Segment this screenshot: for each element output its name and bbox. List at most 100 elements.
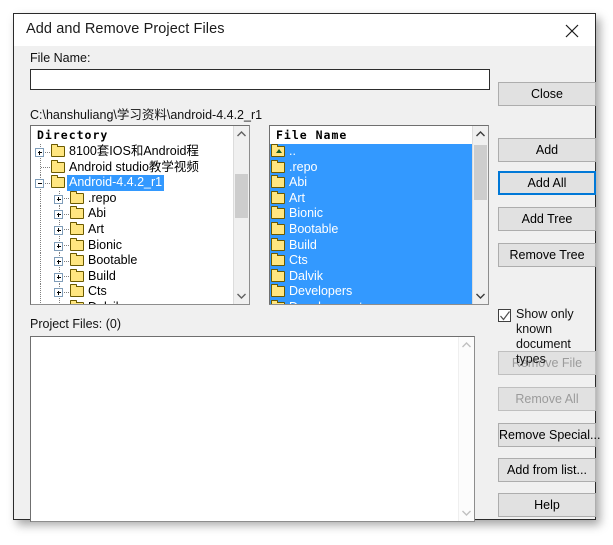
file-name-listbox[interactable]: File Name .. .repo Abi Art Bionic Bootable Bui… (269, 125, 489, 305)
expand-icon[interactable] (54, 194, 63, 204)
file-name-input[interactable] (30, 69, 490, 90)
folder-icon (270, 221, 287, 238)
dialog-title: Add and Remove Project Files (26, 21, 225, 37)
file-list-item[interactable]: Dalvik (270, 268, 472, 285)
file-name-header: File Name (270, 126, 488, 144)
remove-tree-button[interactable]: Remove Tree (498, 243, 596, 267)
expand-icon[interactable] (54, 272, 63, 282)
tree-guide-line (41, 167, 50, 169)
folder-icon (50, 175, 67, 191)
add-all-button[interactable]: Add All (498, 171, 596, 195)
help-button[interactable]: Help (498, 493, 596, 517)
directory-tree-item-label: Abi (88, 206, 107, 221)
show-only-known-document-types-checkbox[interactable]: Show only known document types (498, 307, 603, 367)
file-list-item[interactable]: Art (270, 190, 472, 207)
add-tree-button[interactable]: Add Tree (498, 207, 596, 231)
tree-guide-line (40, 190, 41, 207)
file-name-label: File Name: (30, 51, 91, 65)
file-list-item[interactable]: Development (270, 299, 472, 304)
directory-tree-item-label: Build (88, 268, 116, 283)
file-list-item[interactable]: Bootable (270, 221, 472, 238)
directory-tree-item[interactable]: Dalvik (31, 299, 233, 304)
collapse-icon[interactable] (35, 179, 44, 189)
directory-tree-item[interactable]: Android studio教学视频 (31, 159, 233, 176)
add-from-list-button[interactable]: Add from list... (498, 458, 596, 482)
add-remove-project-files-dialog: Add and Remove Project Files File Name: … (13, 13, 600, 522)
close-button[interactable] (550, 14, 595, 45)
folder-icon (69, 268, 86, 285)
checkbox-box[interactable] (498, 309, 511, 322)
close-button[interactable]: Close (498, 82, 596, 106)
folder-icon (50, 144, 67, 160)
remove-all-button: Remove All (498, 387, 596, 411)
directory-listbox[interactable]: Directory 8100套IOS和Android程 Android studi… (30, 125, 250, 305)
file-list-item[interactable]: Build (270, 237, 472, 254)
project-files-scrollbar[interactable] (458, 337, 474, 521)
tree-guide-line (40, 299, 41, 304)
file-list-item[interactable]: Cts (270, 253, 472, 269)
directory-rows[interactable]: 8100套IOS和Android程 Android studio教学视频 Andro… (31, 144, 233, 304)
project-files-rows[interactable] (31, 337, 458, 521)
scrollbar-thumb[interactable] (474, 144, 487, 201)
directory-scrollbar[interactable] (233, 126, 249, 304)
file-list-item-label: Development (287, 300, 363, 304)
add-button[interactable]: Add (498, 138, 596, 162)
scroll-down-arrow[interactable] (234, 288, 249, 304)
directory-tree-item-label: Bootable (88, 253, 138, 268)
directory-tree-item[interactable]: 8100套IOS和Android程 (31, 144, 233, 160)
project-files-listbox[interactable] (30, 336, 475, 522)
file-name-rows[interactable]: .. .repo Abi Art Bionic Bootable Build Cts Dalvi… (270, 144, 472, 304)
directory-tree-item-label: Android-4.4.2_r1 (67, 175, 165, 191)
remove-special-button[interactable]: Remove Special... (498, 423, 600, 447)
file-list-item-label: Dalvik (289, 268, 324, 283)
directory-tree-item[interactable]: Art (31, 221, 233, 238)
current-path-label: C:\hanshuliang\学习资料\android-4.4.2_r1 (30, 108, 263, 122)
expand-icon[interactable] (35, 148, 44, 157)
scrollbar-thumb[interactable] (235, 174, 248, 218)
file-list-item-label: .repo (289, 159, 318, 174)
folder-icon (69, 221, 86, 238)
expand-icon[interactable] (54, 210, 63, 220)
directory-tree-item[interactable]: Abi (31, 206, 233, 222)
directory-tree-item[interactable]: Bionic (31, 237, 233, 254)
file-list-item-label: Art (289, 190, 305, 205)
directory-tree-item-label: Art (88, 221, 104, 236)
scroll-up-arrow[interactable] (234, 126, 249, 142)
tree-guide-line (40, 253, 41, 269)
folder-icon (270, 237, 287, 254)
folder-icon (270, 159, 287, 176)
folder-icon (69, 299, 86, 304)
expand-icon[interactable] (54, 225, 63, 235)
file-list-item[interactable]: Developers (270, 284, 472, 300)
tree-guide-line (40, 221, 41, 238)
scroll-down-arrow[interactable] (473, 288, 488, 304)
directory-tree-item[interactable]: .repo (31, 190, 233, 207)
folder-icon (69, 284, 86, 300)
scroll-up-arrow[interactable] (459, 337, 474, 353)
file-list-item-label: Build (289, 237, 317, 252)
directory-tree-item[interactable]: Build (31, 268, 233, 285)
scroll-up-arrow[interactable] (473, 126, 488, 142)
file-name-scrollbar[interactable] (472, 126, 488, 304)
folder-icon (69, 190, 86, 207)
file-list-item[interactable]: .repo (270, 159, 472, 176)
file-list-item[interactable]: Abi (270, 175, 472, 191)
directory-tree-item-label: .repo (88, 190, 117, 205)
expand-icon[interactable] (54, 288, 63, 298)
file-list-item[interactable]: Bionic (270, 206, 472, 222)
directory-tree-item[interactable]: Bootable (31, 253, 233, 269)
expand-icon[interactable] (54, 257, 63, 267)
folder-icon (270, 268, 287, 285)
tree-guide-line (40, 206, 41, 222)
file-list-item[interactable]: .. (270, 144, 472, 160)
folder-icon (69, 237, 86, 254)
expand-icon[interactable] (54, 241, 63, 251)
directory-tree-item-label: Cts (88, 284, 107, 299)
scroll-down-arrow[interactable] (459, 505, 474, 521)
file-list-item-label: Bootable (289, 221, 339, 236)
folder-icon (270, 253, 287, 269)
directory-tree-item[interactable]: Cts (31, 284, 233, 300)
directory-tree-item[interactable]: Android-4.4.2_r1 (31, 175, 233, 191)
title-bar: Add and Remove Project Files (14, 14, 595, 46)
directory-tree-item-label: Bionic (88, 237, 123, 252)
